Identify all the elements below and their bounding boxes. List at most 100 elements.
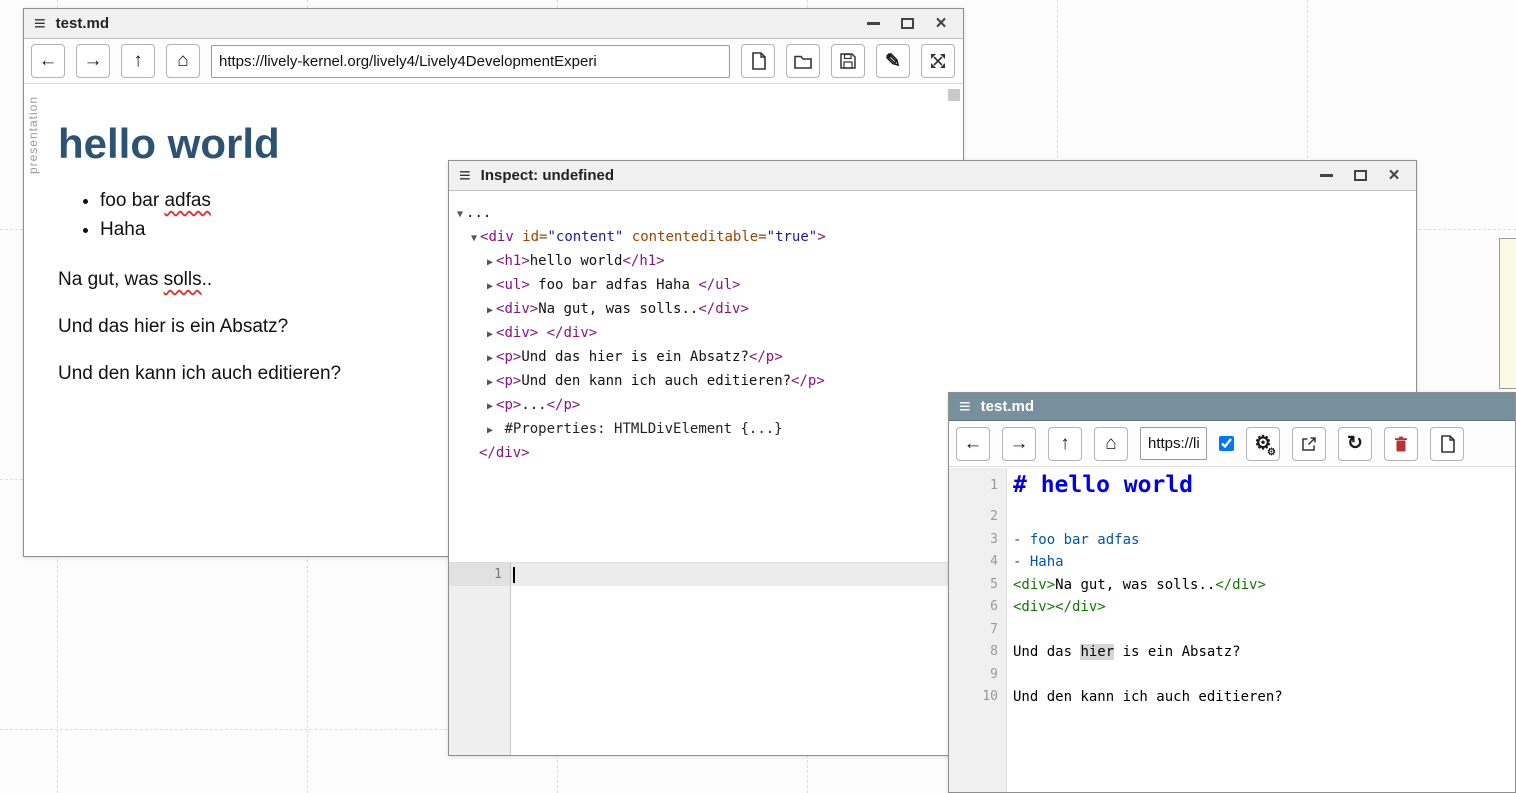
token: <div> xyxy=(496,301,538,317)
editor-row[interactable]: 8Und das hier is ein Absatz? xyxy=(949,641,1515,664)
token: Und das xyxy=(1013,644,1080,660)
tree-node[interactable]: ▶<div>Na gut, was solls..</div> xyxy=(449,298,1416,322)
code-line[interactable]: <div>Na gut, was solls..</div> xyxy=(1007,574,1266,597)
token: #Properties: HTMLDivElement {...} xyxy=(496,421,783,437)
editor-fill[interactable] xyxy=(949,709,1515,793)
external-link-icon xyxy=(1301,436,1317,452)
editor-row[interactable]: 5<div>Na gut, was solls..</div> xyxy=(949,574,1515,597)
token: <ul> xyxy=(496,277,530,293)
token: </div> xyxy=(698,301,749,317)
delete-button[interactable] xyxy=(1384,427,1418,461)
editor-row[interactable]: 7 xyxy=(949,619,1515,642)
menu-icon[interactable]: ≡ xyxy=(34,14,46,34)
maximize-button[interactable] xyxy=(899,17,915,31)
token: foo bar xyxy=(100,190,164,211)
token: hier xyxy=(1080,644,1114,660)
code-line[interactable] xyxy=(1007,664,1013,687)
source-editor[interactable]: 1# hello world23- foo bar adfas4- Haha5<… xyxy=(949,468,1515,792)
token: .. xyxy=(202,269,213,290)
menu-icon[interactable]: ≡ xyxy=(459,166,471,186)
open-external-button[interactable] xyxy=(1292,427,1326,461)
close-button[interactable]: × xyxy=(1386,169,1402,183)
line-number: 10 xyxy=(949,686,1007,709)
token: </div> xyxy=(1215,577,1266,593)
code-line[interactable]: # hello world xyxy=(1007,468,1193,506)
line-number: 7 xyxy=(949,619,1007,642)
editor-row[interactable]: 2 xyxy=(949,506,1515,529)
code-line[interactable]: Und das hier is ein Absatz? xyxy=(1007,641,1241,664)
code-line[interactable] xyxy=(1007,506,1013,529)
navigation-toolbar: ← → ↑ ⌂ ⚙⚙ ↻ xyxy=(949,421,1515,467)
code-line[interactable] xyxy=(511,563,515,586)
line-number: 6 xyxy=(949,596,1007,619)
tree-node[interactable]: ▶<h1>hello world</h1> xyxy=(449,250,1416,274)
token: ▶ xyxy=(487,329,493,340)
forward-button[interactable]: → xyxy=(1002,427,1036,461)
maximize-button[interactable] xyxy=(1352,169,1368,183)
titlebar[interactable]: ≡ test.md xyxy=(949,393,1515,421)
up-button[interactable]: ↑ xyxy=(121,44,155,78)
url-input[interactable] xyxy=(1140,427,1207,460)
tree-node[interactable]: ▶<ul> foo bar adfas Haha </ul> xyxy=(449,274,1416,298)
folder-button[interactable] xyxy=(786,44,820,78)
token: </h1> xyxy=(622,253,664,269)
menu-icon[interactable]: ≡ xyxy=(959,397,971,417)
minimize-button[interactable] xyxy=(865,17,881,31)
window-controls: × xyxy=(865,17,953,31)
file-icon xyxy=(751,52,766,70)
tree-node[interactable]: ▶<p>Und den kann ich auch editieren?</p> xyxy=(449,370,1416,394)
forward-button[interactable]: → xyxy=(76,44,110,78)
url-input[interactable] xyxy=(211,45,730,78)
editor-row[interactable]: 1# hello world xyxy=(949,468,1515,506)
token: hello world xyxy=(530,253,623,269)
gear-small-icon: ⚙ xyxy=(1267,447,1276,458)
line-number: 2 xyxy=(949,506,1007,529)
tree-node[interactable]: ▶<p>Und das hier is ein Absatz?</p> xyxy=(449,346,1416,370)
new-file-button[interactable] xyxy=(1430,427,1464,461)
token: Und den kann ich auch editieren? xyxy=(521,373,791,389)
back-button[interactable]: ← xyxy=(956,427,990,461)
token: Und das hier is ein Absatz? xyxy=(58,316,288,337)
auto-update-checkbox[interactable] xyxy=(1219,436,1234,451)
new-file-button[interactable] xyxy=(741,44,775,78)
titlebar[interactable]: ≡ Inspect: undefined × xyxy=(449,161,1416,191)
up-button[interactable]: ↑ xyxy=(1048,427,1082,461)
settings-button[interactable]: ⚙⚙ xyxy=(1246,427,1280,461)
token: ... xyxy=(466,205,491,221)
code-line[interactable]: <div></div> xyxy=(1007,596,1106,619)
edit-button[interactable]: ✎ xyxy=(876,44,910,78)
code-line[interactable] xyxy=(1007,619,1013,642)
back-button[interactable]: ← xyxy=(31,44,65,78)
editor-row[interactable]: 6<div></div> xyxy=(949,596,1515,619)
navigation-toolbar: ← → ↑ ⌂ ✎ xyxy=(24,39,963,84)
home-button[interactable]: ⌂ xyxy=(166,44,200,78)
code-line[interactable]: Und den kann ich auch editieren? xyxy=(1007,686,1283,709)
expand-button[interactable] xyxy=(921,44,955,78)
token: "content" xyxy=(547,229,623,245)
tree-node[interactable]: ▶<div> </div> xyxy=(449,322,1416,346)
close-button[interactable]: × xyxy=(933,17,949,31)
presentation-label: presentation xyxy=(26,96,40,174)
tree-node[interactable]: ▼<div id="content" contenteditable="true… xyxy=(449,226,1416,250)
code-line[interactable]: - Haha xyxy=(1007,551,1064,574)
token: ▼ xyxy=(471,233,477,244)
window-controls: × xyxy=(1318,169,1406,183)
titlebar[interactable]: ≡ test.md × xyxy=(24,9,963,39)
code-line[interactable]: - foo bar adfas xyxy=(1007,529,1139,552)
editor-row[interactable]: 3- foo bar adfas xyxy=(949,529,1515,552)
folder-icon xyxy=(794,54,812,69)
save-button[interactable] xyxy=(831,44,865,78)
token: adfas xyxy=(164,190,210,211)
line-number: 1 xyxy=(949,468,1007,506)
scrollbar-handle[interactable] xyxy=(948,89,960,101)
editor-row[interactable]: 9 xyxy=(949,664,1515,687)
token: foo bar adfas Haha xyxy=(530,277,699,293)
minimize-button[interactable] xyxy=(1318,169,1334,183)
editor-row[interactable]: 10Und den kann ich auch editieren? xyxy=(949,686,1515,709)
editor-row[interactable]: 4- Haha xyxy=(949,551,1515,574)
refresh-button[interactable]: ↻ xyxy=(1338,427,1372,461)
home-button[interactable]: ⌂ xyxy=(1094,427,1128,461)
token: is ein Absatz? xyxy=(1114,644,1240,660)
tree-node[interactable]: ▼... xyxy=(449,202,1416,226)
close-icon: × xyxy=(1388,166,1399,185)
